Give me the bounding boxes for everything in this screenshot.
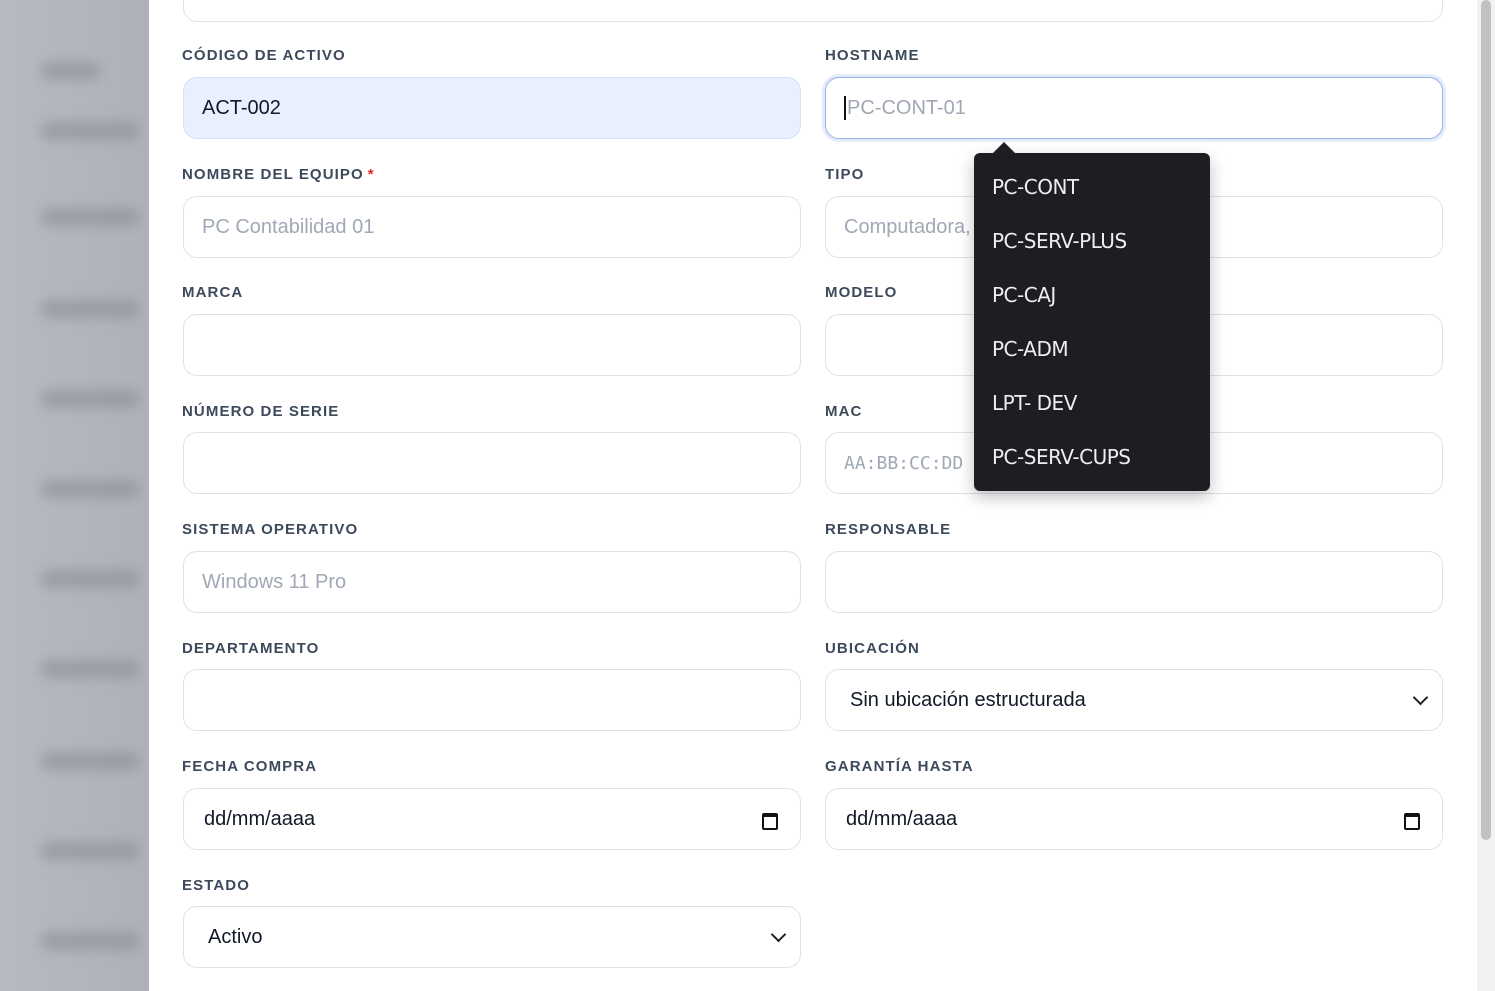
autocomplete-option[interactable]: PC-SERV-CUPS (992, 445, 1131, 469)
fecha-compra-input[interactable]: dd/mm/aaaa (183, 788, 801, 850)
ubicacion-select[interactable]: Sin ubicación estructurada (825, 669, 1443, 731)
calendar-icon[interactable] (762, 811, 778, 830)
so-placeholder: Windows 11 Pro (202, 570, 347, 593)
ubicacion-label: UBICACIÓN (825, 640, 920, 657)
responsable-input[interactable] (825, 551, 1443, 613)
mac-placeholder: AA:BB:CC:DD (844, 452, 964, 474)
estado-select[interactable]: Activo (183, 906, 801, 968)
tipo-label: TIPO (825, 166, 865, 183)
autocomplete-option[interactable]: PC-SERV-PLUS (992, 229, 1127, 253)
chevron-down-icon (1412, 689, 1429, 705)
departamento-input[interactable] (183, 669, 801, 731)
marca-input[interactable] (183, 314, 801, 376)
hostname-input[interactable]: PC-CONT-01 (825, 77, 1443, 139)
codigo-label: CÓDIGO DE ACTIVO (182, 47, 346, 64)
hostname-label: HOSTNAME (825, 47, 920, 64)
blurred-content (40, 570, 140, 588)
serie-input[interactable] (183, 432, 801, 494)
autocomplete-option[interactable]: PC-ADM (992, 337, 1069, 361)
marca-label: MARCA (182, 284, 244, 301)
autocomplete-option[interactable]: PC-CAJ (992, 283, 1056, 307)
nombre-input[interactable]: PC Contabilidad 01 (183, 196, 801, 258)
serie-label: NÚMERO DE SERIE (182, 403, 340, 420)
ubicacion-value: Sin ubicación estructurada (850, 688, 1086, 711)
chevron-down-icon (770, 926, 787, 942)
so-input[interactable]: Windows 11 Pro (183, 551, 801, 613)
nombre-label: NOMBRE DEL EQUIPO * (182, 166, 375, 183)
estado-value: Activo (208, 925, 263, 948)
blurred-content (40, 842, 140, 860)
autocomplete-option[interactable]: PC-CONT (992, 175, 1079, 199)
tipo-placeholder: Computadora, (844, 215, 971, 238)
asset-form-modal: CÓDIGO DE ACTIVO ACT-002 HOSTNAME PC-CON… (149, 0, 1477, 991)
garantia-label: GARANTÍA HASTA (825, 758, 974, 775)
garantia-value: dd/mm/aaaa (846, 807, 958, 830)
required-mark: * (367, 166, 375, 183)
blurred-content (40, 660, 140, 678)
hostname-placeholder: PC-CONT-01 (847, 96, 966, 119)
estado-label: ESTADO (182, 877, 250, 894)
responsable-label: RESPONSABLE (825, 521, 952, 538)
fecha-compra-label: FECHA COMPRA (182, 758, 318, 775)
modelo-label: MODELO (825, 284, 898, 301)
codigo-input[interactable]: ACT-002 (183, 77, 801, 139)
blurred-content (40, 122, 140, 140)
autocomplete-option[interactable]: LPT- DEV (992, 391, 1077, 415)
blurred-content (40, 932, 140, 950)
scrollbar-thumb[interactable] (1481, 0, 1491, 840)
previous-field[interactable] (183, 0, 1443, 22)
calendar-icon[interactable] (1404, 811, 1420, 830)
fecha-compra-value: dd/mm/aaaa (204, 807, 316, 830)
hostname-autocomplete-list: PC-CONT PC-SERV-PLUS PC-CAJ PC-ADM LPT- … (974, 142, 1210, 491)
garantia-input[interactable]: dd/mm/aaaa (825, 788, 1443, 850)
text-cursor (844, 96, 846, 120)
codigo-value: ACT-002 (202, 96, 281, 119)
nombre-placeholder: PC Contabilidad 01 (202, 215, 375, 238)
blurred-content (40, 480, 140, 498)
modal-backdrop (0, 0, 149, 991)
blurred-content (40, 300, 140, 318)
departamento-label: DEPARTAMENTO (182, 640, 320, 657)
blurred-content (40, 390, 140, 408)
so-label: SISTEMA OPERATIVO (182, 521, 359, 538)
mac-label: MAC (825, 403, 863, 420)
blurred-content (40, 62, 100, 80)
nombre-label-text: NOMBRE DEL EQUIPO (182, 166, 364, 183)
blurred-content (40, 208, 140, 226)
blurred-content (40, 752, 140, 770)
